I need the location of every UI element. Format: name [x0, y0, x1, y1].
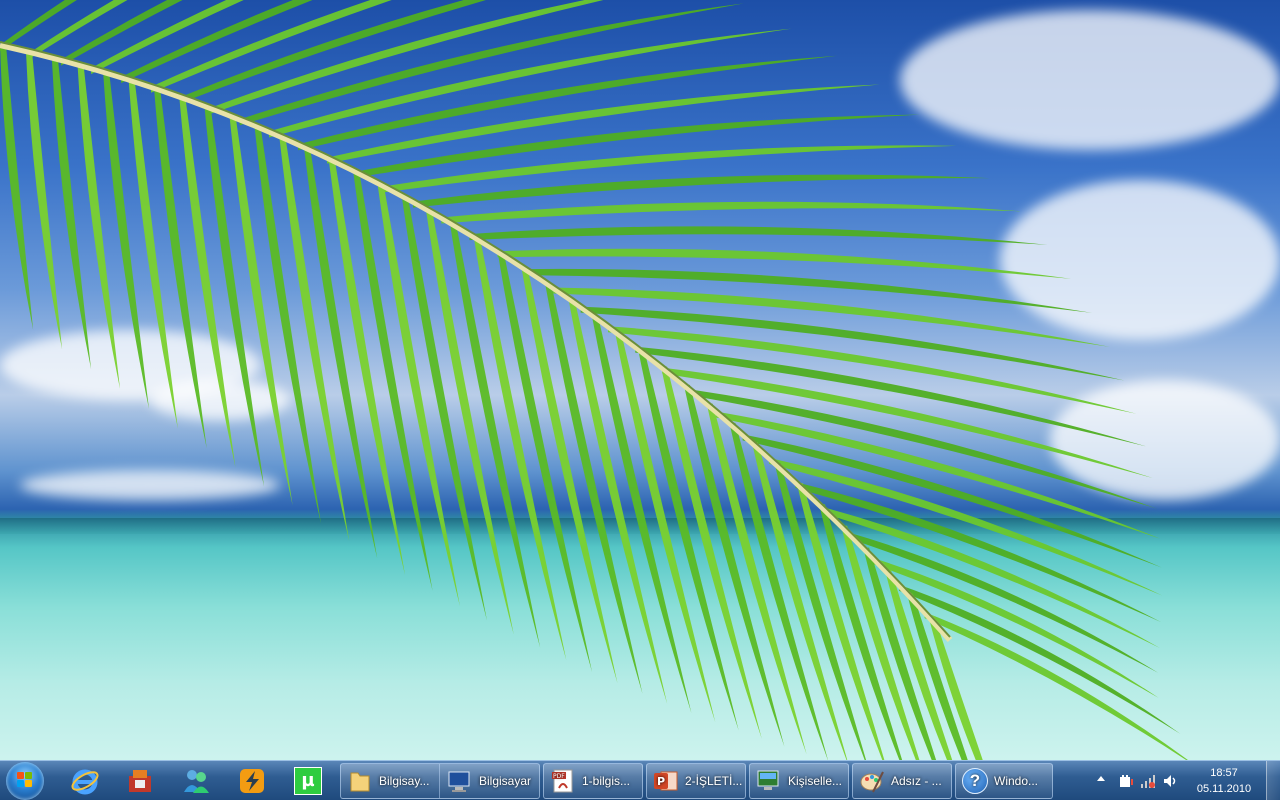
clock-time: 18:57 [1210, 767, 1238, 779]
task-button-personalize[interactable]: Kişiselle... [749, 763, 849, 799]
clock-date: 05.11.2010 [1196, 783, 1252, 795]
taskbar: µ Bilgisay... Bilgisayar PDF 1-bilgis...… [0, 760, 1280, 801]
svg-text:PDF: PDF [553, 773, 565, 780]
personalize-icon [756, 768, 782, 794]
volume-speaker-icon[interactable] [1162, 773, 1178, 789]
internet-explorer-icon[interactable] [63, 764, 107, 798]
task-label: Windo... [994, 774, 1039, 788]
palm-leaf [0, 0, 1188, 760]
task-label: Adsız - ... [891, 774, 942, 788]
task-button-powerpoint[interactable]: P 2-İŞLETİ... [646, 763, 746, 799]
show-desktop-button[interactable] [1266, 761, 1280, 801]
desktop-wallpaper[interactable] [0, 0, 1280, 760]
task-group-explorer[interactable]: Bilgisay... Bilgisayar [340, 763, 540, 799]
computer-icon [447, 768, 473, 794]
folder-icon [347, 768, 373, 794]
task-label: Bilgisay... [379, 774, 430, 788]
pdf-icon: PDF [550, 768, 576, 794]
winamp-icon[interactable] [230, 764, 274, 798]
powerpoint-icon: P [653, 768, 679, 794]
action-center-flag-icon[interactable] [1118, 773, 1134, 789]
system-tray: 18:57 05.11.2010 [1090, 761, 1280, 801]
clock[interactable]: 18:57 05.11.2010 [1192, 765, 1256, 797]
task-label: 1-bilgis... [582, 774, 631, 788]
paint-icon [859, 768, 885, 794]
network-signal-icon[interactable] [1140, 773, 1156, 789]
utorrent-icon[interactable]: µ [286, 764, 330, 798]
toolbox-app-icon[interactable] [118, 764, 162, 798]
task-label: 2-İŞLETİ... [685, 774, 743, 788]
task-button-paint[interactable]: Adsız - ... [852, 763, 952, 799]
start-button[interactable] [6, 762, 44, 800]
task-button-computer[interactable]: Bilgisayar [441, 764, 539, 798]
task-button-pdf[interactable]: PDF 1-bilgis... [543, 763, 643, 799]
svg-text:P: P [657, 775, 665, 788]
task-button-folder[interactable]: Bilgisay... [341, 764, 440, 798]
help-icon: ? [962, 768, 988, 794]
task-label: Kişiselle... [788, 774, 843, 788]
show-hidden-icons-chevron-icon[interactable] [1097, 776, 1105, 781]
messenger-icon[interactable] [174, 764, 218, 798]
task-label: Bilgisayar [479, 774, 532, 788]
task-button-help[interactable]: ? Windo... [955, 763, 1053, 799]
windows-logo-icon [17, 772, 33, 788]
